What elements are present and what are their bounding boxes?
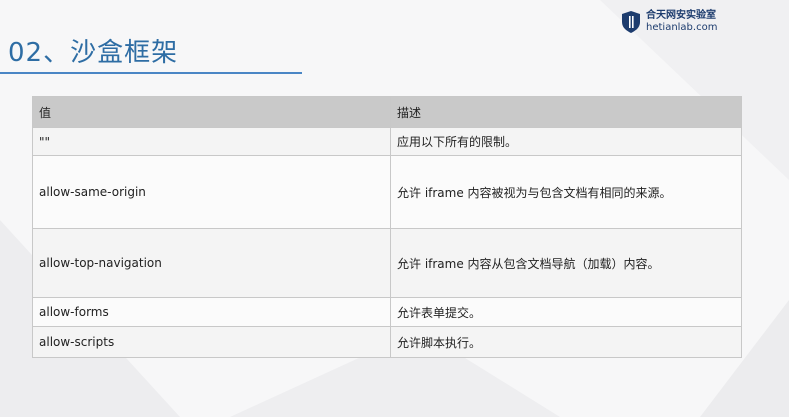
logo-name-cn: 合天网安实验室 xyxy=(646,10,716,21)
shield-logo-icon xyxy=(622,11,640,33)
cell-description: 应用以下所有的限制。 xyxy=(390,127,742,156)
cell-value: allow-same-origin xyxy=(32,155,391,229)
sandbox-values-table: 值 描述 "" 应用以下所有的限制。 allow-same-origin 允许 … xyxy=(32,96,742,358)
cell-value: "" xyxy=(32,127,391,156)
table-row: allow-top-navigation 允许 iframe 内容从包含文档导航… xyxy=(32,228,742,298)
table-header-row: 值 描述 xyxy=(32,96,742,128)
title-underline xyxy=(0,72,302,74)
cell-value: allow-scripts xyxy=(32,326,391,358)
table-row: "" 应用以下所有的限制。 xyxy=(32,127,742,156)
table-row: allow-same-origin 允许 iframe 内容被视为与包含文档有相… xyxy=(32,155,742,229)
cell-description: 允许表单提交。 xyxy=(390,297,742,327)
cell-description: 允许 iframe 内容从包含文档导航（加载）内容。 xyxy=(390,228,742,298)
logo: 合天网安实验室 hetianlab.com xyxy=(622,10,717,34)
slide-title: 02、沙盒框架 xyxy=(8,38,179,68)
table-row: allow-scripts 允许脚本执行。 xyxy=(32,326,742,358)
column-header-value: 值 xyxy=(32,96,391,128)
table-row: allow-forms 允许表单提交。 xyxy=(32,297,742,327)
cell-value: allow-forms xyxy=(32,297,391,327)
cell-description: 允许脚本执行。 xyxy=(390,326,742,358)
column-header-description: 描述 xyxy=(390,96,742,128)
cell-description: 允许 iframe 内容被视为与包含文档有相同的来源。 xyxy=(390,155,742,229)
cell-value: allow-top-navigation xyxy=(32,228,391,298)
logo-name-en: hetianlab.com xyxy=(646,22,718,33)
